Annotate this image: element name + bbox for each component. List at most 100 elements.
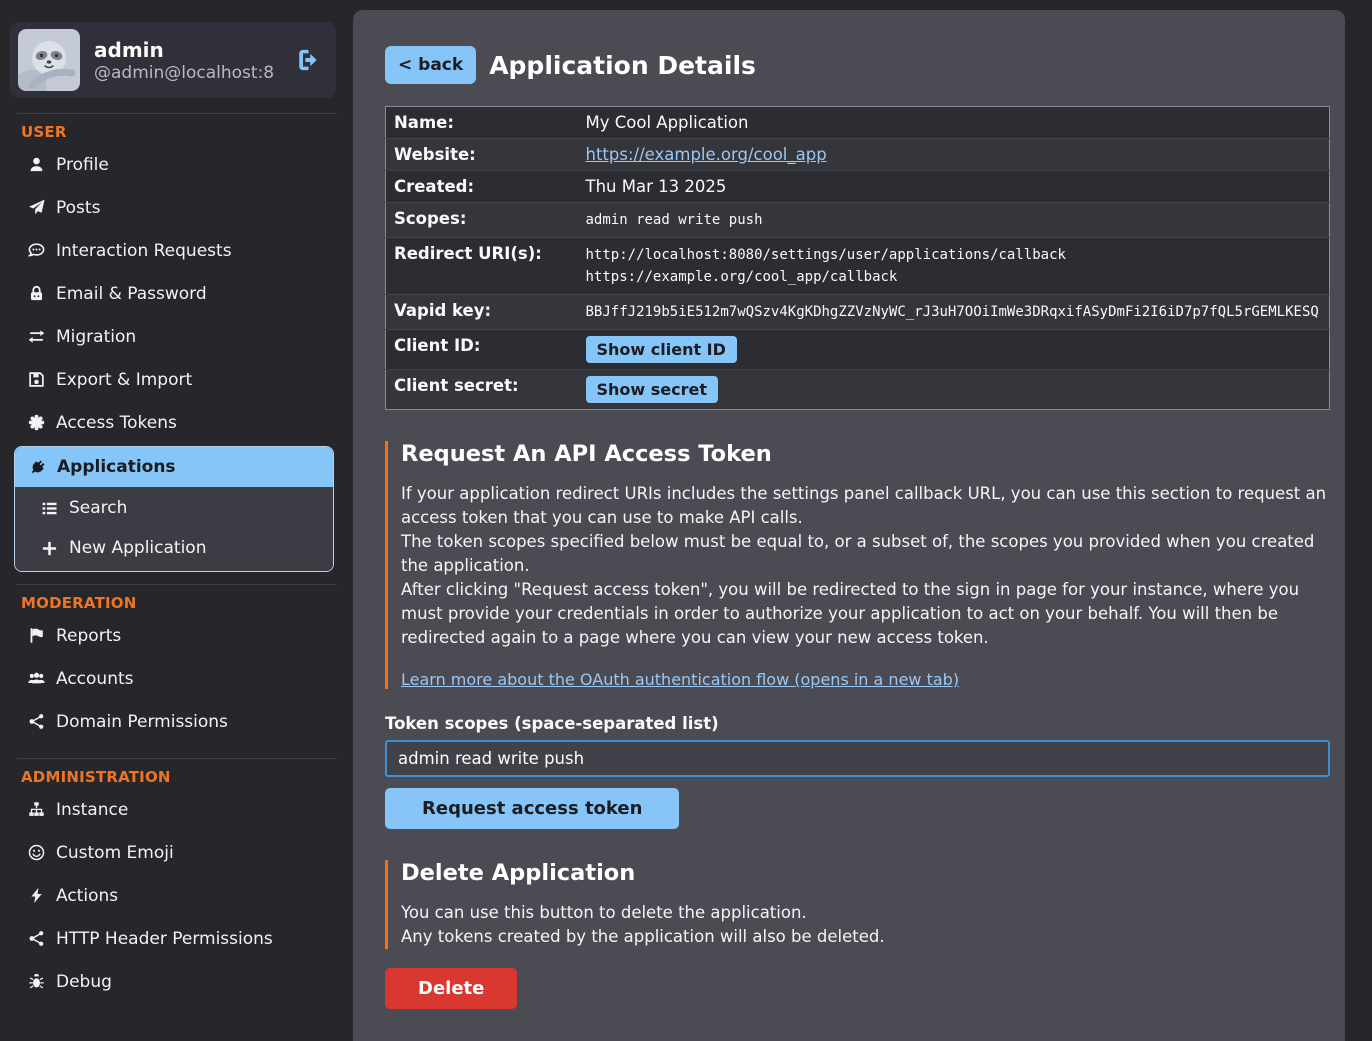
delete-button[interactable]: Delete [385, 968, 517, 1009]
row-label: Scopes: [386, 203, 578, 238]
sidebar-item-domain-permissions[interactable]: Domain Permissions [0, 700, 345, 743]
website-link[interactable]: https://example.org/cool_app [586, 145, 827, 164]
scopes-value: admin read write push [578, 203, 1330, 238]
sidebar-item-http-header-permissions[interactable]: HTTP Header Permissions [0, 917, 345, 960]
section-paragraph: You can use this button to delete the ap… [401, 901, 1330, 925]
sidebar-item-label: Email & Password [56, 284, 207, 304]
table-row-name: Name: My Cool Application [386, 107, 1330, 139]
row-label: Name: [386, 107, 578, 139]
section-label-moderation: MODERATION [21, 594, 345, 612]
applications-group: Applications Search New Application [14, 446, 334, 572]
section-paragraph: The token scopes specified below must be… [401, 530, 1330, 578]
application-name: My Cool Application [578, 107, 1330, 139]
user-icon [28, 156, 45, 173]
user-card[interactable]: admin @admin@localhost:80... [10, 22, 336, 98]
row-label: Website: [386, 139, 578, 171]
divider [17, 758, 337, 759]
section-paragraph: After clicking "Request access token", y… [401, 578, 1330, 650]
share-nodes-icon [28, 713, 45, 730]
row-label: Client ID: [386, 330, 578, 370]
row-label: Vapid key: [386, 295, 578, 330]
plug-icon [25, 455, 49, 479]
lock-icon [28, 285, 45, 302]
user-name: admin [94, 37, 274, 63]
sidebar-item-label: Access Tokens [56, 413, 177, 433]
user-card-text: admin @admin@localhost:80... [94, 37, 274, 83]
table-row-scopes: Scopes: admin read write push [386, 203, 1330, 238]
certificate-icon [28, 414, 45, 431]
section-title: Delete Application [401, 860, 1330, 886]
table-row-redirect-uris: Redirect URI(s): http://localhost:8080/s… [386, 238, 1330, 295]
delete-application-section: Delete Application You can use this butt… [385, 860, 1330, 949]
back-button[interactable]: < back [385, 46, 476, 84]
redirect-uri: https://example.org/cool_app/callback [586, 266, 1322, 288]
redirect-uri: http://localhost:8080/settings/user/appl… [586, 244, 1322, 266]
table-row-vapid-key: Vapid key: BBJffJ219b5iE512m7wQSzv4KgKDh… [386, 295, 1330, 330]
sign-out-icon[interactable] [296, 47, 322, 73]
token-scopes-label: Token scopes (space-separated list) [385, 714, 1330, 733]
sidebar-item-debug[interactable]: Debug [0, 960, 345, 1003]
sidebar: admin @admin@localhost:80... USER Profil… [0, 0, 345, 1041]
sidebar-item-label: Migration [56, 327, 136, 347]
sidebar-item-posts[interactable]: Posts [0, 186, 345, 229]
show-client-id-button[interactable]: Show client ID [586, 336, 737, 363]
flag-icon [28, 627, 45, 644]
sidebar-item-applications[interactable]: Applications [15, 447, 333, 487]
request-access-token-button[interactable]: Request access token [385, 788, 679, 829]
sidebar-item-migration[interactable]: Migration [0, 315, 345, 358]
main-panel: < back Application Details Name: My Cool… [353, 10, 1345, 1041]
sidebar-item-export-import[interactable]: Export & Import [0, 358, 345, 401]
sidebar-item-applications-search[interactable]: Search [15, 488, 333, 528]
request-token-section: Request An API Access Token If your appl… [385, 441, 1330, 689]
row-label: Created: [386, 171, 578, 203]
sidebar-item-label: Reports [56, 626, 121, 646]
bolt-icon [28, 887, 45, 904]
applications-submenu: Search New Application [15, 487, 333, 571]
sidebar-item-email-password[interactable]: Email & Password [0, 272, 345, 315]
sidebar-item-label: Actions [56, 886, 118, 906]
section-title: Request An API Access Token [401, 441, 1330, 467]
divider [17, 113, 337, 114]
show-secret-button[interactable]: Show secret [586, 376, 719, 403]
sidebar-item-interaction-requests[interactable]: Interaction Requests [0, 229, 345, 272]
sidebar-item-label: Domain Permissions [56, 712, 228, 732]
sidebar-item-label: Interaction Requests [56, 241, 232, 261]
comment-dots-icon [28, 242, 45, 259]
users-icon [28, 670, 45, 687]
token-scopes-input[interactable] [385, 740, 1330, 777]
section-label-user: USER [21, 123, 345, 141]
sidebar-item-reports[interactable]: Reports [0, 614, 345, 657]
sidebar-item-label: New Application [69, 538, 206, 558]
avatar [18, 29, 80, 91]
row-label: Redirect URI(s): [386, 238, 578, 295]
table-row-created: Created: Thu Mar 13 2025 [386, 171, 1330, 203]
created-date: Thu Mar 13 2025 [578, 171, 1330, 203]
smile-icon [28, 844, 45, 861]
sidebar-item-label: Profile [56, 155, 109, 175]
sidebar-item-access-tokens[interactable]: Access Tokens [0, 401, 345, 444]
sidebar-item-label: Export & Import [56, 370, 192, 390]
plus-icon [41, 540, 58, 557]
sidebar-item-label: Accounts [56, 669, 134, 689]
sidebar-item-label: Posts [56, 198, 100, 218]
oauth-docs-link[interactable]: Learn more about the OAuth authenticatio… [401, 670, 959, 689]
sidebar-item-profile[interactable]: Profile [0, 143, 345, 186]
floppy-disk-icon [28, 371, 45, 388]
vapid-key-value: BBJffJ219b5iE512m7wQSzv4KgKDhgZZVzNyWC_r… [578, 295, 1330, 330]
divider [17, 584, 337, 585]
section-paragraph: Any tokens created by the application wi… [401, 925, 1330, 949]
exchange-icon [28, 328, 45, 345]
sidebar-item-label: Instance [56, 800, 128, 820]
sidebar-item-custom-emoji[interactable]: Custom Emoji [0, 831, 345, 874]
section-label-administration: ADMINISTRATION [21, 768, 345, 786]
sidebar-item-instance[interactable]: Instance [0, 788, 345, 831]
sidebar-item-accounts[interactable]: Accounts [0, 657, 345, 700]
section-paragraph: If your application redirect URIs includ… [401, 482, 1330, 530]
sidebar-item-label: Search [69, 498, 127, 518]
share-nodes-icon [28, 930, 45, 947]
table-row-website: Website: https://example.org/cool_app [386, 139, 1330, 171]
sidebar-item-new-application[interactable]: New Application [15, 528, 333, 568]
title-row: < back Application Details [385, 46, 1330, 84]
sidebar-item-actions[interactable]: Actions [0, 874, 345, 917]
sidebar-item-label: Custom Emoji [56, 843, 174, 863]
